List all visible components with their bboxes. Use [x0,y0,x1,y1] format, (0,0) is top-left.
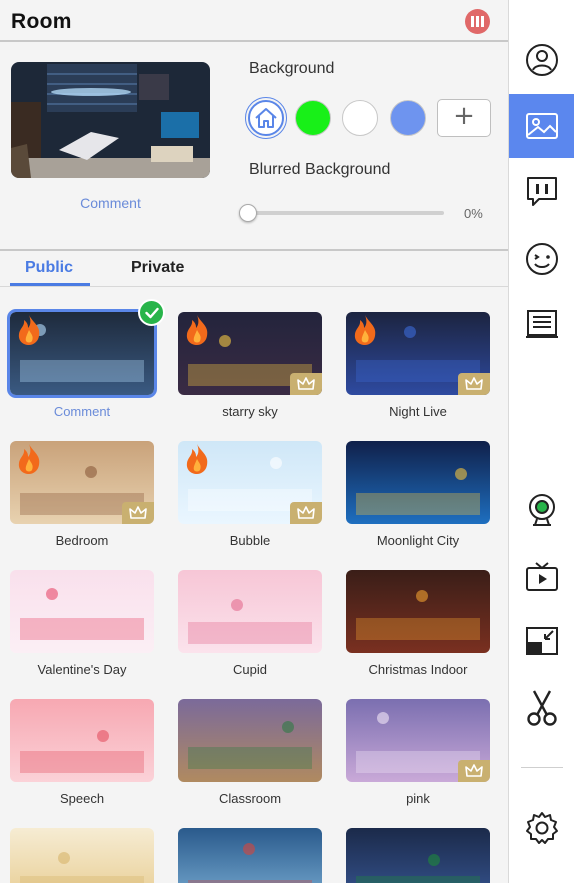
scene-thumbnail [346,828,490,883]
scene-thumbnail [346,570,490,653]
webcam-icon [528,494,555,526]
sidebar-divider [521,767,563,768]
blur-slider-track[interactable] [250,211,444,215]
background-label: Background [249,60,335,77]
tool-sidebar [509,0,574,883]
scene-label: Bedroom [55,533,109,548]
scene-card[interactable] [346,699,490,782]
scene-thumbnail [178,699,322,782]
sidebar-item-background[interactable] [509,94,574,158]
background-preview [11,62,210,178]
scene-tabs: Public Private [0,251,509,287]
scene-thumbnail [10,828,154,883]
scene-card[interactable] [10,570,154,653]
hot-fire-icon [186,315,208,345]
pip-icon [525,627,558,655]
hot-fire-icon [18,444,40,474]
sidebar-item-pip[interactable] [509,609,574,673]
active-tab-indicator [10,283,90,286]
hot-fire-icon [18,315,40,345]
preview-caption: Comment [80,195,141,211]
blur-label: Blurred Background [249,161,391,178]
scene-label: Valentine's Day [37,662,127,677]
scene-label: Bubble [229,533,271,548]
sidebar-item-settings[interactable] [509,796,574,860]
scene-card[interactable] [178,570,322,653]
sidebar-item-video[interactable] [509,545,574,609]
scene-label: Classroom [218,791,282,806]
emoji-icon [525,243,558,275]
page-title: Room [11,10,72,33]
premium-crown-icon [458,373,490,395]
sidebar-item-emoji[interactable] [509,227,574,291]
scene-thumbnail [178,828,322,883]
tab-private[interactable]: Private [131,259,184,277]
gear-icon [525,812,558,844]
scene-thumbnail [346,441,490,524]
scene-label: Christmas Indoor [368,662,468,677]
scene-label: Cupid [233,662,267,677]
scene-card[interactable] [178,699,322,782]
scissors-icon [526,690,557,726]
scene-card[interactable] [346,441,490,524]
scene-label: starry sky [222,404,278,419]
blue-background-swatch[interactable] [390,100,426,136]
image-icon [525,113,558,139]
white-background-swatch[interactable] [342,100,378,136]
add-background-button[interactable]: + [437,99,491,137]
tv-play-icon [525,562,558,591]
scene-card[interactable] [7,309,157,398]
scene-thumbnail [178,570,322,653]
sidebar-item-profile[interactable] [509,28,574,92]
home-icon [255,108,277,128]
scene-card[interactable] [10,828,154,883]
brand-logo-icon[interactable] [465,9,490,34]
scene-thumbnail [10,699,154,782]
scene-card[interactable] [346,570,490,653]
premium-crown-icon [122,502,154,524]
green-background-swatch[interactable] [295,100,331,136]
hot-fire-icon [354,315,376,345]
scene-card[interactable] [346,312,490,395]
blur-slider-thumb[interactable] [239,204,257,222]
tab-public[interactable]: Public [25,259,73,277]
scene-card[interactable] [178,828,322,883]
header: Room [0,0,509,42]
scene-label: Comment [53,404,111,419]
home-background-swatch[interactable] [245,97,287,139]
sidebar-item-cut[interactable] [509,676,574,740]
selected-check-icon [138,299,165,326]
scene-card[interactable] [10,699,154,782]
premium-crown-icon [290,502,322,524]
scene-label: Moonlight City [376,533,460,548]
scene-card[interactable] [10,441,154,524]
chat-icon [526,177,557,206]
list-icon [525,310,558,338]
hot-fire-icon [186,444,208,474]
sidebar-item-chat[interactable] [509,160,574,224]
room-panel: Room Comment Background + Blurred Backgr… [0,0,509,883]
scene-label: pink [406,791,430,806]
blur-value: 0% [464,206,483,221]
sidebar-item-list[interactable] [509,292,574,356]
scene-card[interactable] [178,441,322,524]
premium-crown-icon [290,373,322,395]
scene-card[interactable] [346,828,490,883]
sidebar-item-camera[interactable] [509,478,574,542]
scene-thumbnail [10,570,154,653]
premium-crown-icon [458,760,490,782]
scene-label: Speech [59,791,105,806]
user-icon [525,44,558,76]
scene-label: Night Live [389,404,447,419]
scene-card[interactable] [178,312,322,395]
